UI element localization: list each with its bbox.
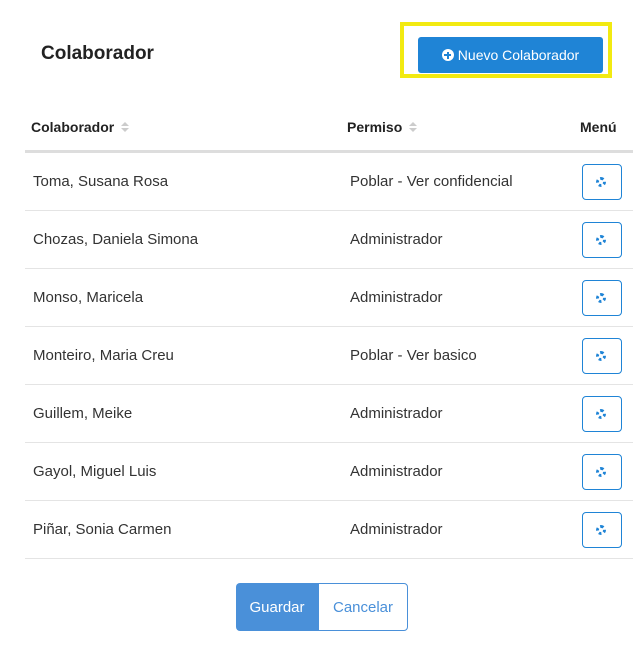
new-collaborator-button[interactable]: Nuevo Colaborador (418, 37, 603, 73)
table-row: Chozas, Daniela Simona Administrador (25, 211, 633, 269)
save-button[interactable]: Guardar (236, 583, 318, 631)
collaborator-permission: Poblar - Ver basico (350, 347, 477, 364)
gear-icon (596, 409, 606, 419)
collaborators-table: Colaborador Permiso Menú Toma, Susana Ro… (25, 100, 633, 562)
collaborator-permission: Administrador (350, 521, 443, 538)
gear-icon (596, 235, 606, 245)
collaborator-permission: Administrador (350, 463, 443, 480)
collaborator-permission: Administrador (350, 405, 443, 422)
table-header: Colaborador Permiso Menú (25, 100, 633, 153)
column-header-colaborador-label: Colaborador (31, 119, 115, 135)
table-row: Guillem, Meike Administrador (25, 385, 633, 443)
table-body: Toma, Susana Rosa Poblar - Ver confidenci… (25, 153, 633, 559)
column-header-permiso[interactable]: Permiso (347, 119, 418, 135)
row-menu-button[interactable] (582, 454, 622, 490)
row-menu-button[interactable] (582, 338, 622, 374)
collaborator-name: Gayol, Miguel Luis (33, 463, 157, 480)
page-title: Colaborador (41, 43, 154, 64)
column-header-menu: Menú (580, 119, 617, 135)
table-row: Monteiro, Maria Creu Poblar - Ver basico (25, 327, 633, 385)
row-menu-button[interactable] (582, 280, 622, 316)
plus-circle-icon (441, 49, 454, 61)
gear-icon (596, 525, 606, 535)
column-header-menu-label: Menú (580, 119, 617, 135)
gear-icon (596, 351, 606, 361)
row-menu-button[interactable] (582, 164, 622, 200)
column-header-permiso-label: Permiso (347, 119, 403, 135)
row-menu-button[interactable] (582, 222, 622, 258)
collaborator-name: Guillem, Meike (33, 405, 133, 422)
row-menu-button[interactable] (582, 512, 622, 548)
gear-icon (596, 467, 606, 477)
collaborator-name: Chozas, Daniela Simona (33, 231, 199, 248)
collaborator-permission: Administrador (350, 289, 443, 306)
collaborator-name: Piñar, Sonia Carmen (33, 521, 172, 538)
table-row: Monso, Maricela Administrador (25, 269, 633, 327)
cancel-button[interactable]: Cancelar (318, 583, 408, 631)
collaborator-name: Toma, Susana Rosa (33, 173, 169, 190)
row-menu-button[interactable] (582, 396, 622, 432)
collaborator-name: Monteiro, Maria Creu (33, 347, 174, 364)
table-row: Toma, Susana Rosa Poblar - Ver confidenci… (25, 153, 633, 211)
sort-icon[interactable] (121, 122, 130, 132)
collaborator-permission: Poblar - Ver confidencial (350, 173, 513, 190)
new-collaborator-label: Nuevo Colaborador (457, 47, 580, 63)
sort-icon[interactable] (409, 122, 418, 132)
collaborator-name: Monso, Maricela (33, 289, 144, 306)
collaborator-permission: Administrador (350, 231, 443, 248)
gear-icon (596, 177, 606, 187)
table-row: Gayol, Miguel Luis Administrador (25, 443, 633, 501)
table-row: Piñar, Sonia Carmen Administrador (25, 501, 633, 559)
column-header-colaborador[interactable]: Colaborador (31, 119, 130, 135)
gear-icon (596, 293, 606, 303)
